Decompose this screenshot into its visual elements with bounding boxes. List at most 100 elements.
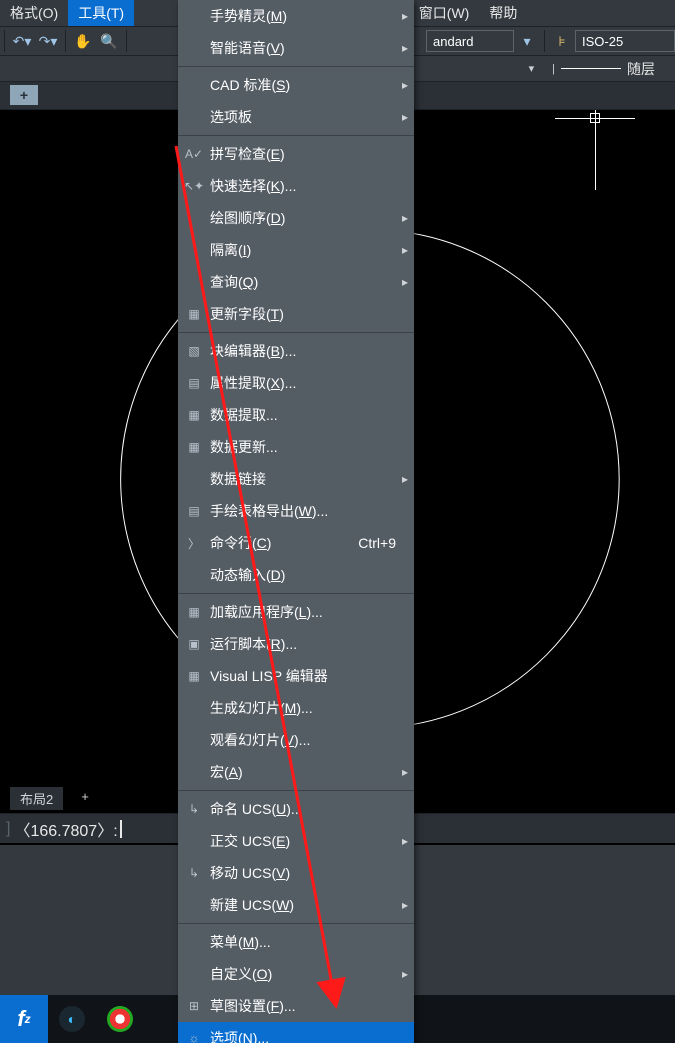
menu-item-label: Visual LISP 编辑器 — [210, 666, 328, 686]
taskbar-app-chrome[interactable] — [96, 995, 144, 1043]
menu-item[interactable]: 新建 UCS(W) ▸ — [178, 889, 414, 921]
layout-add[interactable]: + — [71, 787, 99, 810]
taskbar-app-cad[interactable]: fz — [0, 995, 48, 1043]
menu-icon: ⊞ — [184, 999, 204, 1013]
dimstyle-combo[interactable] — [575, 30, 675, 52]
menu-item-label: 查询(Q) — [210, 272, 258, 292]
menu-item[interactable]: ↳ 移动 UCS(V) — [178, 857, 414, 889]
pan-icon[interactable]: ✋ — [73, 31, 93, 51]
menu-item[interactable]: ▧块编辑器(B)... — [178, 335, 414, 367]
menu-item[interactable]: ↳命名 UCS(U)... — [178, 793, 414, 825]
tools-dropdown: 手势精灵(M)▸智能语音(V)▸CAD 标准(S)▸选项板▸A✓拼写检查(E)↖… — [178, 0, 414, 1043]
menu-item[interactable]: 智能语音(V)▸ — [178, 32, 414, 64]
menu-icon: 〉 — [184, 535, 204, 552]
menu-item-label: 宏(A) — [210, 762, 243, 782]
menu-item-label: 移动 UCS(V) — [210, 863, 290, 883]
submenu-arrow-icon: ▸ — [402, 110, 408, 124]
menu-item-label: 观看幻灯片(V)... — [210, 730, 310, 750]
redo-icon[interactable]: ↷▾ — [38, 31, 58, 51]
menu-item-label: 快速选择(K)... — [210, 176, 296, 196]
menu-item[interactable]: ▦ 数据提取... — [178, 399, 414, 431]
menu-item-label: 手势精灵(M) — [210, 6, 287, 26]
submenu-arrow-icon: ▸ — [402, 898, 408, 912]
menu-item-label: 生成幻灯片(M)... — [210, 698, 313, 718]
submenu-arrow-icon: ▸ — [402, 967, 408, 981]
menu-item[interactable]: CAD 标准(S) ▸ — [178, 69, 414, 101]
menu-item[interactable]: ▤属性提取(X)... — [178, 367, 414, 399]
menu-icon: ▦ — [184, 669, 204, 683]
chevron-down-icon[interactable]: ▾ — [529, 62, 535, 75]
submenu-arrow-icon: ▸ — [402, 834, 408, 848]
menu-item-label: 正交 UCS(E) — [210, 831, 290, 851]
menu-item[interactable]: A✓拼写检查(E) — [178, 138, 414, 170]
menu-item-label: CAD 标准(S) — [210, 75, 290, 95]
taskbar-app-browser[interactable]: ◐ — [48, 995, 96, 1043]
menu-item-label: 隔离(I) — [210, 240, 251, 260]
dim-icon[interactable]: ⊧ — [552, 31, 572, 51]
menu-item[interactable]: 手势精灵(M) ▸ — [178, 0, 414, 32]
menu-item-label: 选项(N)... — [210, 1028, 269, 1043]
menu-help[interactable]: 帮助 — [479, 0, 527, 27]
menu-item-label: 菜单(M)... — [210, 932, 271, 952]
menu-item-label: 新建 UCS(W) — [210, 895, 294, 915]
menu-item[interactable]: ☼ 选项(N)... — [178, 1022, 414, 1043]
menu-item[interactable]: 绘图顺序(D)▸ — [178, 202, 414, 234]
menu-item[interactable]: 宏(A)▸ — [178, 756, 414, 788]
new-tab-button[interactable]: + — [10, 85, 38, 105]
menu-tools[interactable]: 工具(T) — [68, 0, 134, 27]
menu-icon: ☼ — [184, 1031, 204, 1043]
menu-item-label: 拼写检查(E) — [210, 144, 285, 164]
linetype-preview — [561, 68, 621, 69]
menu-item[interactable]: 动态输入(D) — [178, 559, 414, 591]
menu-item[interactable]: ▦ 更新字段(T) — [178, 298, 414, 330]
menu-icon: ▦ — [184, 307, 204, 321]
menu-icon: ▦ — [184, 408, 204, 422]
menu-item-label: 自定义(O) — [210, 964, 272, 984]
menu-item[interactable]: 隔离(I)▸ — [178, 234, 414, 266]
menu-item-label: 数据提取... — [210, 405, 278, 425]
menu-item[interactable]: 菜单(M)... — [178, 926, 414, 958]
style-combo[interactable] — [426, 30, 514, 52]
menu-item-label: 运行脚本(R)... — [210, 634, 297, 654]
menu-icon: ▧ — [184, 344, 204, 358]
menu-format[interactable]: 格式(O) — [0, 0, 68, 27]
undo-icon[interactable]: ↶▾ — [12, 31, 32, 51]
zoom-icon[interactable]: 🔍 — [99, 31, 119, 51]
menu-item-label: 属性提取(X)... — [210, 373, 296, 393]
menu-item-label: 更新字段(T) — [210, 304, 284, 324]
submenu-arrow-icon: ▸ — [402, 472, 408, 486]
menu-item-label: 智能语音(V) — [210, 38, 285, 58]
layout-tabs: 布局2 + — [10, 787, 99, 810]
menu-item[interactable]: ▣ 运行脚本(R)... — [178, 628, 414, 660]
menu-item[interactable]: ⊞草图设置(F)... — [178, 990, 414, 1022]
menu-icon: ▦ — [184, 440, 204, 454]
chevron-down-icon[interactable]: ▾ — [517, 31, 537, 51]
menu-item[interactable]: ↖✦快速选择(K)... — [178, 170, 414, 202]
menu-icon: ▣ — [184, 637, 204, 651]
menu-icon: ▤ — [184, 504, 204, 518]
layout-tab[interactable]: 布局2 — [10, 787, 63, 810]
menu-window[interactable]: 窗口(W) — [409, 0, 480, 27]
menu-item[interactable]: ▦ Visual LISP 编辑器 — [178, 660, 414, 692]
menu-shortcut: Ctrl+9 — [358, 535, 396, 551]
menu-item-label: 加载应用程序(L)... — [210, 602, 323, 622]
menu-item[interactable]: 观看幻灯片(V)... — [178, 724, 414, 756]
submenu-arrow-icon: ▸ — [402, 275, 408, 289]
menu-item[interactable]: 数据链接▸ — [178, 463, 414, 495]
menu-item[interactable]: 〉命令行(C)Ctrl+9 — [178, 527, 414, 559]
menu-item[interactable]: ▦数据更新... — [178, 431, 414, 463]
menu-item[interactable]: 生成幻灯片(M)... — [178, 692, 414, 724]
menu-item[interactable]: ▤ 手绘表格导出(W)... — [178, 495, 414, 527]
command-prompt: 〈166.7807〉: — [14, 817, 117, 841]
menu-item[interactable]: 正交 UCS(E) ▸ — [178, 825, 414, 857]
menu-item-label: 选项板 — [210, 107, 252, 127]
menu-item-label: 手绘表格导出(W)... — [210, 501, 328, 521]
menu-item[interactable]: 选项板 ▸ — [178, 101, 414, 133]
menu-item[interactable]: 查询(Q) ▸ — [178, 266, 414, 298]
menu-icon: ↳ — [184, 866, 204, 880]
menu-item[interactable]: ▦加载应用程序(L)... — [178, 596, 414, 628]
submenu-arrow-icon: ▸ — [402, 78, 408, 92]
linetype-label[interactable]: 随层 — [627, 59, 655, 79]
menu-item[interactable]: 自定义(O) ▸ — [178, 958, 414, 990]
submenu-arrow-icon: ▸ — [402, 9, 408, 23]
